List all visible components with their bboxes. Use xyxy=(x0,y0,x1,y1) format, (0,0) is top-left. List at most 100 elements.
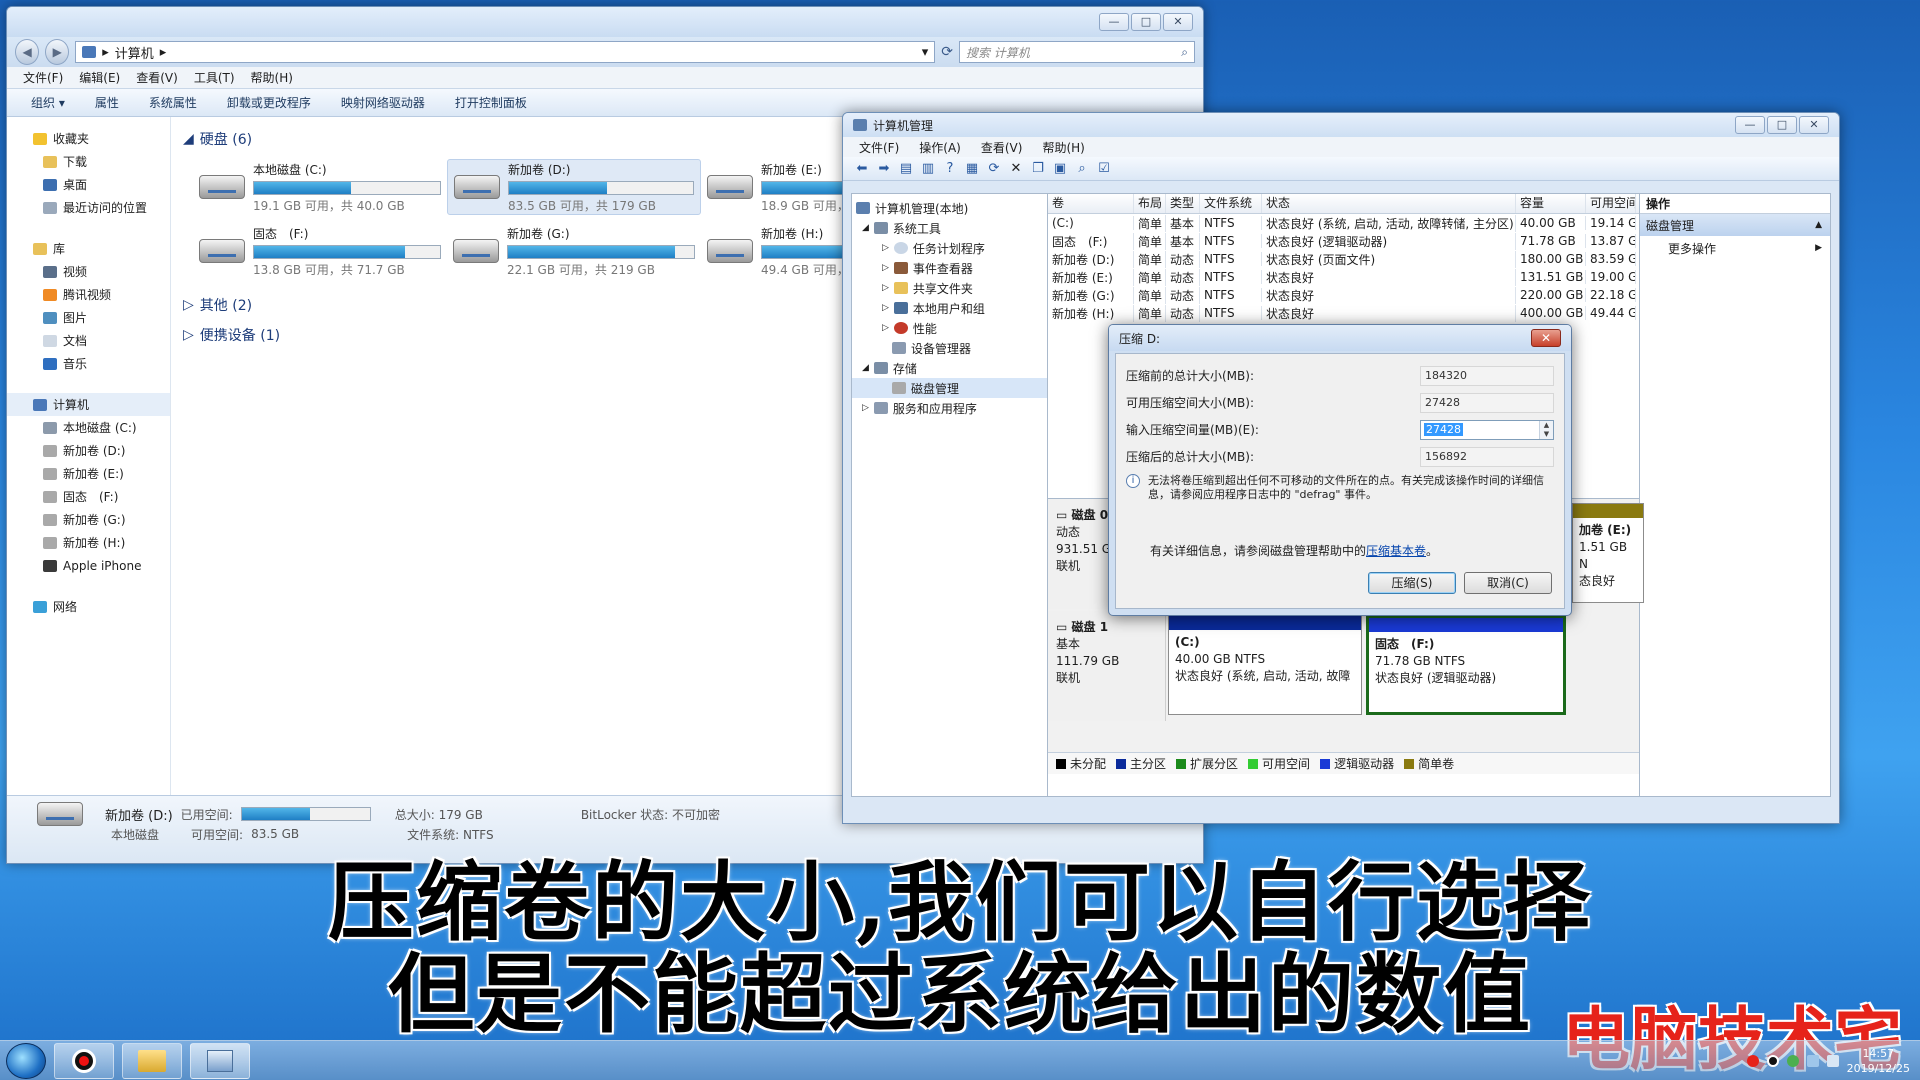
menu-view[interactable]: 查看(V) xyxy=(136,69,178,86)
address-box[interactable]: ▸ 计算机 ▸ ▾ xyxy=(75,41,936,63)
maximize-button[interactable]: □ xyxy=(1131,13,1161,31)
volume-row[interactable]: 固态 (F:) 简单 基本 NTFS 状态良好 (逻辑驱动器) 71.78 GB 13.87… xyxy=(1048,232,1639,250)
show-hide-tree-icon[interactable]: ▥ xyxy=(919,160,937,178)
minimize-button[interactable]: — xyxy=(1099,13,1129,31)
search-input[interactable]: 搜索 计算机 ⌕ xyxy=(958,41,1195,63)
delete-icon[interactable]: ✕ xyxy=(1007,160,1025,178)
start-button[interactable] xyxy=(6,1042,46,1079)
shrink-basic-volume-link[interactable]: 压缩基本卷 xyxy=(1366,544,1426,558)
help-icon[interactable]: ? xyxy=(941,160,959,178)
sidebar-item-pictures[interactable]: 图片 xyxy=(7,306,170,329)
more-actions-item[interactable]: 更多操作 ▶ xyxy=(1640,236,1830,260)
volume-row[interactable]: 新加卷 (E:) 简单 动态 NTFS 状态良好 131.51 GB 19.00 G xyxy=(1048,268,1639,286)
partition-disk0-e[interactable]: 加卷 (E:) 1.51 GB N 态良好 xyxy=(1572,503,1644,603)
menu-help[interactable]: 帮助(H) xyxy=(1042,139,1084,156)
sidebar-item-drive-f[interactable]: 固态 (F:) xyxy=(7,485,170,508)
column-free-space[interactable]: 可用空间 xyxy=(1586,194,1636,213)
volume-row[interactable]: (C:) 简单 基本 NTFS 状态良好 (系统, 启动, 活动, 故障转储, 主分区)… xyxy=(1048,214,1639,232)
search-icon[interactable]: ⌕ xyxy=(1073,160,1091,178)
menu-file[interactable]: 文件(F) xyxy=(23,69,63,86)
column-layout[interactable]: 布局 xyxy=(1134,194,1166,213)
sidebar-item-desktop[interactable]: 桌面 xyxy=(7,173,170,196)
dialog-close-button[interactable]: ✕ xyxy=(1531,329,1561,347)
sidebar-item-tencent-video[interactable]: 腾讯视频 xyxy=(7,283,170,306)
open-control-panel-button[interactable]: 打开控制面板 xyxy=(455,94,527,111)
sidebar-item-videos[interactable]: 视频 xyxy=(7,260,170,283)
sidebar-item-drive-g[interactable]: 新加卷 (G:) xyxy=(7,508,170,531)
properties-button[interactable]: 属性 xyxy=(95,94,119,111)
cancel-button[interactable]: 取消(C) xyxy=(1464,572,1552,594)
search-icon[interactable]: ⌕ xyxy=(1181,45,1188,60)
breadcrumb-chevron-icon[interactable]: ▸ xyxy=(160,45,167,60)
column-status[interactable]: 状态 xyxy=(1262,194,1516,213)
breadcrumb-computer[interactable]: 计算机 xyxy=(115,43,154,62)
menu-action[interactable]: 操作(A) xyxy=(919,139,961,156)
tree-item-system-tools[interactable]: ◢ 系统工具 xyxy=(852,218,1047,238)
sidebar-item-music[interactable]: 音乐 xyxy=(7,352,170,375)
partition-f[interactable]: 固态 (F:) 71.78 GB NTFS 状态良好 (逻辑驱动器) xyxy=(1366,615,1566,715)
taskbar-clock[interactable]: 14:57 2019/12/25 xyxy=(1847,1046,1910,1076)
address-dropdown-icon[interactable]: ▾ xyxy=(922,45,929,60)
map-network-drive-button[interactable]: 映射网络驱动器 xyxy=(341,94,425,111)
menu-view[interactable]: 查看(V) xyxy=(981,139,1023,156)
sidebar-item-recent-places[interactable]: 最近访问的位置 xyxy=(7,196,170,219)
sidebar-item-documents[interactable]: 文档 xyxy=(7,329,170,352)
sidebar-item-drive-h[interactable]: 新加卷 (H:) xyxy=(7,531,170,554)
forward-arrow-icon[interactable]: ➡ xyxy=(875,160,893,178)
drive-tile-g[interactable]: 新加卷 (G:) 22.1 GB 可用，共 219 GB xyxy=(447,223,701,279)
tray-volume-icon[interactable] xyxy=(1826,1055,1839,1067)
column-file-system[interactable]: 文件系统 xyxy=(1200,194,1262,213)
sidebar-item-computer[interactable]: 计算机 xyxy=(7,393,170,416)
column-type[interactable]: 类型 xyxy=(1166,194,1200,213)
shrink-amount-input[interactable]: 27428 ▲ ▼ xyxy=(1420,419,1554,440)
taskbar-explorer[interactable] xyxy=(122,1042,182,1079)
shrink-amount-stepper[interactable]: ▲ ▼ xyxy=(1539,420,1553,439)
sidebar-item-libraries[interactable]: 库 xyxy=(7,237,170,260)
shrink-button[interactable]: 压缩(S) xyxy=(1368,572,1456,594)
menu-tools[interactable]: 工具(T) xyxy=(194,69,235,86)
maximize-button[interactable]: □ xyxy=(1767,116,1797,134)
tree-item-performance[interactable]: ▷ 性能 xyxy=(852,318,1047,338)
menu-file[interactable]: 文件(F) xyxy=(859,139,899,156)
sidebar-item-network[interactable]: 网络 xyxy=(7,595,170,618)
volume-row[interactable]: 新加卷 (D:) 简单 动态 NTFS 状态良好 (页面文件) 180.00 GB 83.5… xyxy=(1048,250,1639,268)
refresh-icon[interactable]: ⟳ xyxy=(985,160,1003,178)
sidebar-item-favorites[interactable]: 收藏夹 xyxy=(7,127,170,150)
tray-app-icon[interactable] xyxy=(1746,1055,1759,1067)
actions-group-disk-management[interactable]: 磁盘管理 ▲ xyxy=(1640,214,1830,236)
drive-tile-f[interactable]: 固态 (F:) 13.8 GB 可用，共 71.7 GB xyxy=(193,223,447,279)
tree-item-storage[interactable]: ◢ 存储 xyxy=(852,358,1047,378)
refresh-icon[interactable]: ⟳ xyxy=(941,44,953,60)
checklist-icon[interactable]: ☑ xyxy=(1095,160,1113,178)
copy-icon[interactable]: ❐ xyxy=(1029,160,1047,178)
taskbar-computer-management[interactable] xyxy=(190,1042,250,1079)
tree-item-services-applications[interactable]: ▷ 服务和应用程序 xyxy=(852,398,1047,418)
tree-item-task-scheduler[interactable]: ▷ 任务计划程序 xyxy=(852,238,1047,258)
column-volume[interactable]: 卷 xyxy=(1048,194,1134,213)
organize-button[interactable]: 组织 ▾ xyxy=(31,94,65,111)
back-button[interactable]: ◀ xyxy=(15,39,40,65)
column-capacity[interactable]: 容量 xyxy=(1516,194,1586,213)
open-folder-icon[interactable]: ▣ xyxy=(1051,160,1069,178)
menu-edit[interactable]: 编辑(E) xyxy=(79,69,120,86)
drive-tile-d[interactable]: 新加卷 (D:) 83.5 GB 可用，共 179 GB xyxy=(447,159,701,215)
drive-tile-c[interactable]: 本地磁盘 (C:) 19.1 GB 可用，共 40.0 GB xyxy=(193,159,447,215)
tree-item-event-viewer[interactable]: ▷ 事件查看器 xyxy=(852,258,1047,278)
up-folder-icon[interactable]: ▤ xyxy=(897,160,915,178)
tree-item-disk-management[interactable]: 磁盘管理 xyxy=(852,378,1047,398)
tray-network-icon[interactable] xyxy=(1806,1055,1819,1067)
tray-security-icon[interactable] xyxy=(1786,1055,1799,1067)
sidebar-item-downloads[interactable]: 下载 xyxy=(7,150,170,173)
minimize-button[interactable]: — xyxy=(1735,116,1765,134)
properties-icon[interactable]: ▦ xyxy=(963,160,981,178)
system-properties-button[interactable]: 系统属性 xyxy=(149,94,197,111)
partition-c[interactable]: (C:) 40.00 GB NTFS 状态良好 (系统, 启动, 活动, 故障 xyxy=(1168,615,1362,715)
disk-1-label[interactable]: ▭ 磁盘 1 基本 111.79 GB 联机 xyxy=(1048,611,1166,721)
sidebar-item-drive-e[interactable]: 新加卷 (E:) xyxy=(7,462,170,485)
close-button[interactable]: ✕ xyxy=(1163,13,1193,31)
tree-item-computer-management[interactable]: 计算机管理(本地) xyxy=(852,198,1047,218)
close-button[interactable]: ✕ xyxy=(1799,116,1829,134)
tray-record-icon[interactable] xyxy=(1766,1055,1779,1067)
tree-item-device-manager[interactable]: 设备管理器 xyxy=(852,338,1047,358)
volume-row[interactable]: 新加卷 (H:) 简单 动态 NTFS 状态良好 400.00 GB 49.44 G xyxy=(1048,304,1639,322)
